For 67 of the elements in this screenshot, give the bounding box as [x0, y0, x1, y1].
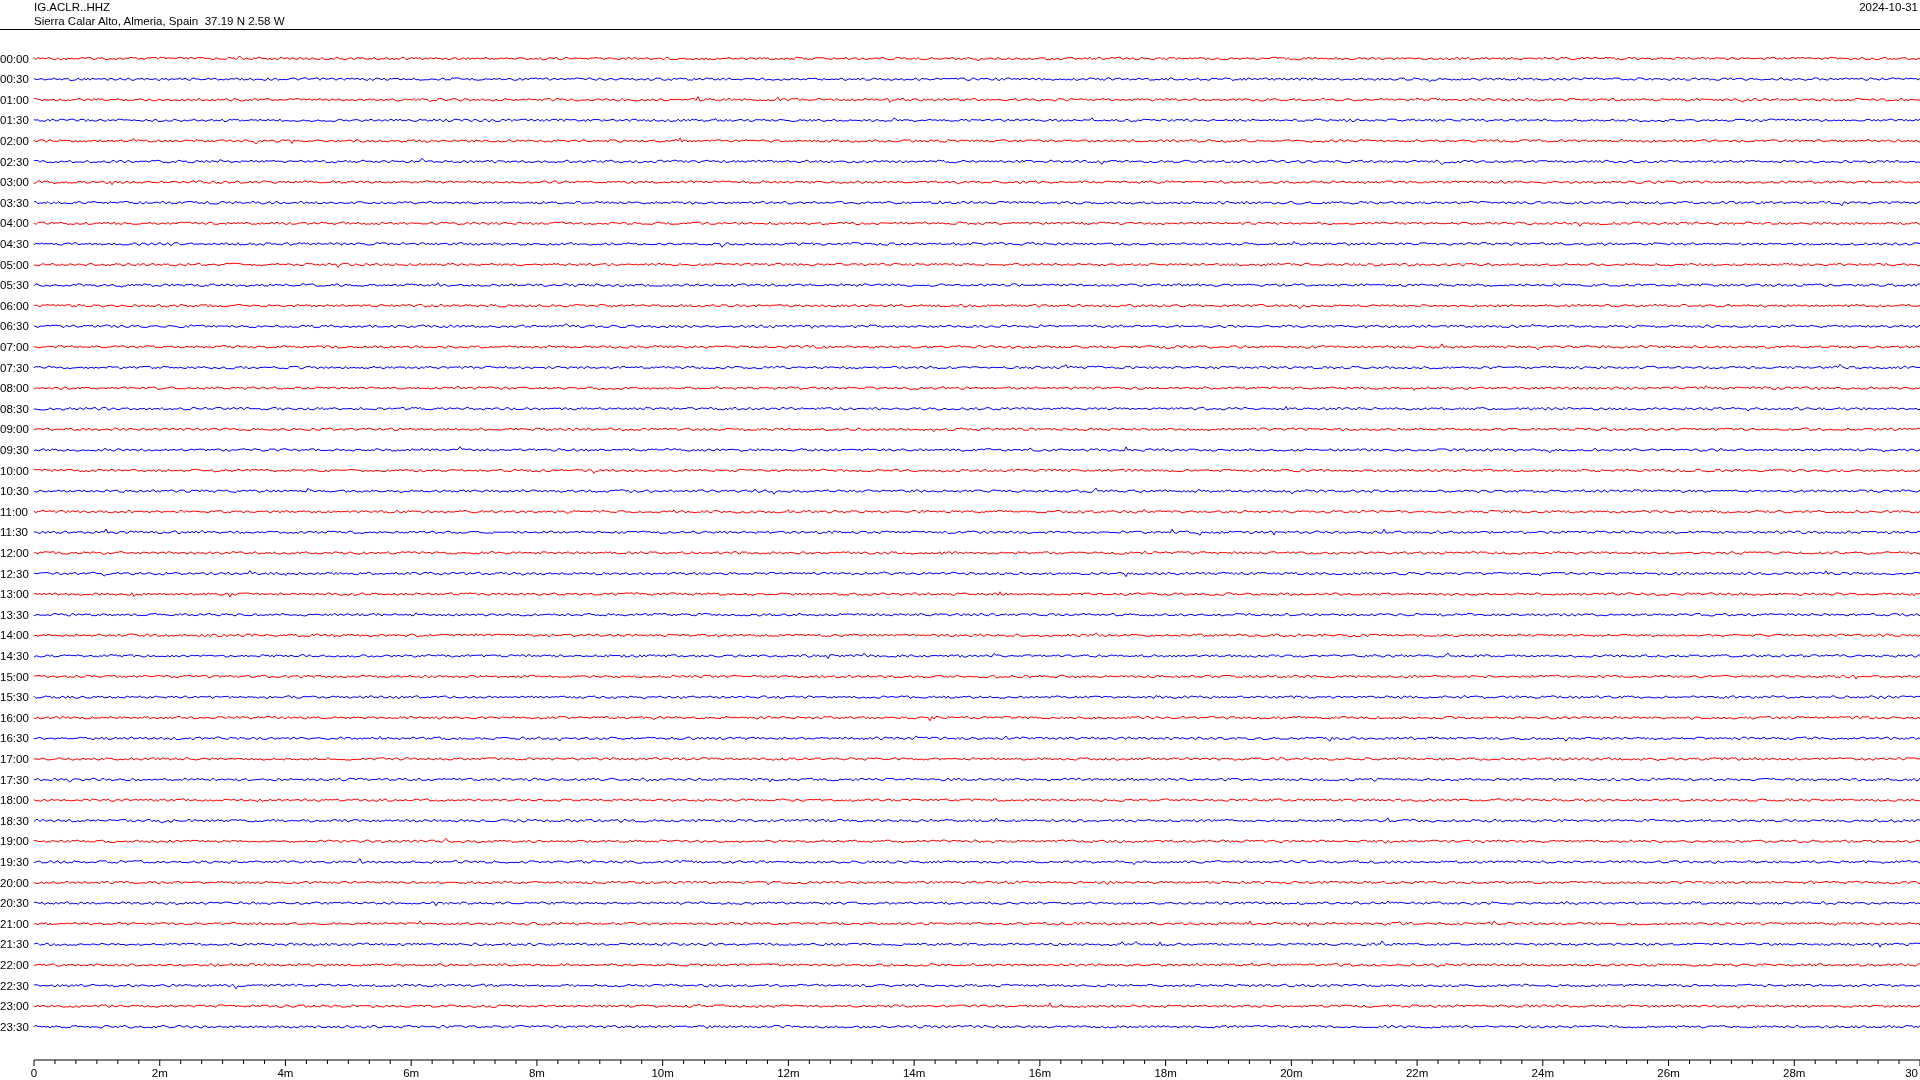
time-label: 16:30 — [0, 732, 29, 745]
station-location: Sierra Calar Alto, Almeria, Spain 37.19 N 2.58 W — [34, 14, 285, 28]
axis-label: 16m — [1028, 1067, 1052, 1078]
axis-label: 2m — [151, 1067, 168, 1078]
axis-label: 20m — [1280, 1067, 1303, 1078]
time-label: 21:30 — [0, 938, 29, 951]
time-label: 06:00 — [0, 299, 29, 312]
time-label: 19:00 — [0, 835, 29, 848]
time-label: 07:30 — [0, 361, 29, 374]
axis-label: 10m — [651, 1067, 674, 1078]
time-label: 23:30 — [0, 1020, 29, 1033]
time-label: 10:00 — [0, 464, 29, 477]
axis-label: 4m — [277, 1067, 294, 1078]
time-label: 22:00 — [0, 958, 29, 971]
time-label: 14:00 — [0, 629, 29, 642]
time-label: 17:30 — [0, 773, 29, 786]
time-label: 04:30 — [0, 237, 29, 250]
time-label: 00:30 — [0, 73, 29, 86]
time-label: 01:30 — [0, 114, 29, 127]
axis-label: 0 — [30, 1067, 38, 1078]
time-label: 15:30 — [0, 691, 29, 704]
plot-date: 2024-10-31 — [1859, 0, 1918, 14]
axis-label: 26m — [1657, 1067, 1680, 1078]
time-label: 11:00 — [0, 505, 28, 518]
time-label: 01:00 — [0, 93, 29, 106]
time-label: 09:00 — [0, 423, 29, 436]
time-label: 17:00 — [0, 752, 29, 765]
axis-label: 18m — [1154, 1067, 1177, 1078]
time-label: 14:30 — [0, 649, 29, 662]
time-label: 12:30 — [0, 567, 29, 580]
time-label: 16:00 — [0, 711, 29, 724]
time-label: 12:00 — [0, 546, 29, 559]
time-label: 15:00 — [0, 670, 29, 683]
station-code: IG.ACLR..HHZ — [34, 0, 111, 14]
time-label: 02:00 — [0, 134, 29, 147]
axis-label: 14m — [902, 1067, 926, 1078]
axis-label: 6m — [403, 1067, 420, 1078]
time-label: 05:30 — [0, 279, 29, 292]
time-label: 23:00 — [0, 1000, 29, 1013]
time-label: 07:00 — [0, 340, 29, 353]
time-label: 02:30 — [0, 155, 29, 168]
axis-label: 28m — [1783, 1067, 1806, 1078]
axis-label: 22m — [1405, 1067, 1429, 1078]
axis-label: 24m — [1531, 1067, 1554, 1078]
axis-label: 30 — [1905, 1067, 1918, 1078]
time-label: 20:00 — [0, 876, 29, 889]
time-label: 20:30 — [0, 897, 29, 910]
time-label: 13:00 — [0, 588, 29, 601]
time-label: 10:30 — [0, 485, 29, 498]
time-label: 13:30 — [0, 608, 29, 621]
time-label: 03:00 — [0, 176, 29, 189]
time-label: 05:00 — [0, 258, 29, 271]
axis-label: 12m — [777, 1067, 800, 1078]
time-label: 08:00 — [0, 382, 29, 395]
axis-label: 8m — [528, 1067, 545, 1078]
time-label: 06:30 — [0, 320, 29, 333]
time-label: 04:00 — [0, 217, 29, 230]
time-label: 21:00 — [0, 917, 29, 930]
time-label: 22:30 — [0, 979, 29, 992]
time-label: 00:00 — [0, 52, 29, 65]
time-label: 18:30 — [0, 814, 29, 827]
time-label: 08:30 — [0, 402, 29, 415]
time-label: 19:30 — [0, 855, 29, 868]
time-label: 11:30 — [0, 526, 28, 539]
time-label: 18:00 — [0, 794, 29, 807]
time-label: 09:30 — [0, 443, 29, 456]
time-label: 03:30 — [0, 196, 29, 209]
